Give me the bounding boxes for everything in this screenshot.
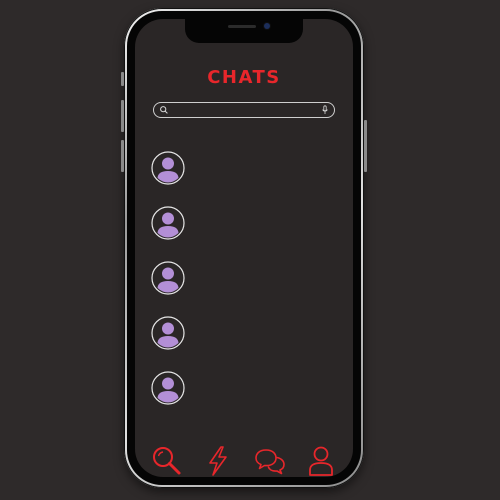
user-avatar-icon [151,206,185,240]
volume-up-button [121,100,124,132]
phone-frame: CHATS [121,8,367,488]
speaker-grille [228,25,256,28]
tab-chats[interactable] [252,443,288,477]
user-avatar-icon [151,261,185,295]
phone-bezel: CHATS [127,11,361,485]
search-icon [160,106,168,114]
chat-list-item[interactable] [151,261,351,295]
bottom-tab-bar [149,443,339,477]
phone-screen: CHATS [135,19,353,477]
tab-activity[interactable] [200,443,236,477]
notch [185,19,303,43]
chat-list-item[interactable] [151,151,351,185]
chat-list-item[interactable] [151,206,351,240]
user-avatar-icon [151,371,185,405]
power-button [364,120,367,172]
user-avatar-icon [151,151,185,185]
search-bar[interactable] [153,102,335,118]
chat-bubbles-icon [254,449,285,475]
search-icon [153,447,181,475]
page-title: CHATS [207,67,281,88]
search-input[interactable] [172,103,316,117]
microphone-icon[interactable] [321,105,329,115]
chat-list-item[interactable] [151,371,351,405]
user-avatar-icon [151,316,185,350]
canvas: CHATS [0,0,500,500]
volume-down-button [121,140,124,172]
mute-switch [121,72,124,86]
lightning-icon [209,446,228,476]
profile-icon [309,446,333,476]
chat-list-item[interactable] [151,316,351,350]
tab-search[interactable] [149,443,185,477]
tab-profile[interactable] [303,443,339,477]
camera-icon [264,23,270,29]
chat-list [151,151,351,426]
